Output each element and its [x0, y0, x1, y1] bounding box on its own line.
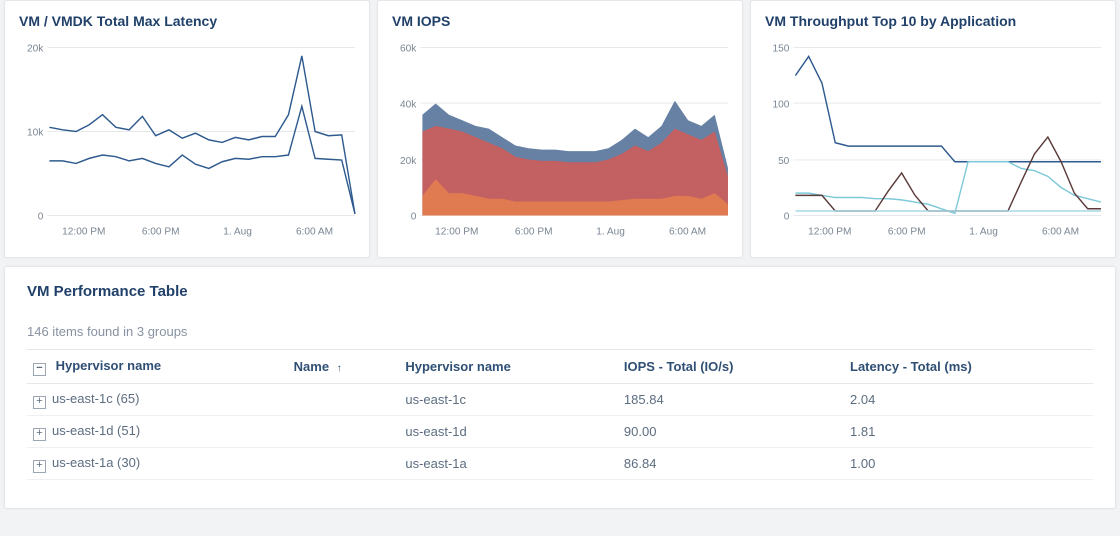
chart-title: VM / VMDK Total Max Latency [5, 1, 369, 37]
table-row[interactable]: + us-east-1d (51) us-east-1d90.001.81 [27, 416, 1093, 448]
svg-text:50: 50 [778, 156, 790, 167]
cell-name [288, 384, 400, 416]
chart-title: VM IOPS [378, 1, 742, 37]
cell-iops: 185.84 [618, 384, 844, 416]
chart-series [422, 101, 728, 216]
chart-body-latency[interactable]: 20k 10k 0 12:00 PM 6:00 PM 1. Aug 6:00 A… [15, 37, 359, 247]
x-axis: 12:00 PM 6:00 PM 1. Aug 6:00 AM [808, 226, 1079, 237]
table-row[interactable]: + us-east-1c (65) us-east-1c185.842.04 [27, 384, 1093, 416]
x-axis: 12:00 PM 6:00 PM 1. Aug 6:00 AM [435, 226, 706, 237]
cell-group[interactable]: + us-east-1d (51) [27, 416, 288, 448]
col-label: Latency - Total (ms) [850, 359, 972, 374]
cell-name [288, 416, 400, 448]
svg-text:20k: 20k [400, 156, 417, 167]
svg-text:40k: 40k [400, 99, 417, 110]
cell-hypervisor: us-east-1d [399, 416, 618, 448]
svg-text:6:00 PM: 6:00 PM [142, 226, 180, 237]
svg-text:12:00 PM: 12:00 PM [808, 226, 851, 237]
cell-group[interactable]: + us-east-1c (65) [27, 384, 288, 416]
col-label: Name [294, 359, 329, 374]
svg-text:6:00 PM: 6:00 PM [515, 226, 553, 237]
sort-asc-icon: ↑ [337, 363, 342, 374]
cell-name [288, 448, 400, 480]
group-label: us-east-1a (30) [52, 455, 140, 470]
charts-row: VM / VMDK Total Max Latency 20k 10k 0 12… [0, 0, 1120, 258]
collapse-all-icon[interactable]: − [33, 363, 46, 376]
cell-iops: 90.00 [618, 416, 844, 448]
svg-text:150: 150 [772, 44, 789, 55]
table-title: VM Performance Table [27, 283, 1093, 300]
svg-text:100: 100 [772, 99, 789, 110]
y-axis: 20k 10k 0 [27, 44, 355, 223]
cell-group[interactable]: + us-east-1a (30) [27, 448, 288, 480]
col-latency[interactable]: Latency - Total (ms) [844, 350, 1093, 384]
cell-hypervisor: us-east-1a [399, 448, 618, 480]
chart-svg: 60k 40k 20k 0 12:00 PM 6:00 PM 1. Aug 6:… [388, 37, 732, 247]
chart-svg: 20k 10k 0 12:00 PM 6:00 PM 1. Aug 6:00 A… [15, 37, 359, 247]
svg-text:12:00 PM: 12:00 PM [435, 226, 478, 237]
cell-iops: 86.84 [618, 448, 844, 480]
chart-svg: 150 100 50 0 12:00 PM 6:00 PM 1. Aug 6:0… [761, 37, 1105, 247]
chart-series [49, 56, 355, 214]
svg-text:20k: 20k [27, 44, 44, 55]
cell-latency: 1.81 [844, 416, 1093, 448]
card-vm-iops: VM IOPS 60k 40k 20k 0 12:00 PM 6:00 PM 1… [377, 0, 743, 258]
table-row[interactable]: + us-east-1a (30) us-east-1a86.841.00 [27, 448, 1093, 480]
card-vm-throughput: VM Throughput Top 10 by Application 150 … [750, 0, 1116, 258]
col-hypervisor[interactable]: Hypervisor name [399, 350, 618, 384]
expand-icon[interactable]: + [33, 460, 46, 473]
svg-text:0: 0 [38, 212, 44, 223]
col-label: Hypervisor name [405, 359, 511, 374]
expand-icon[interactable]: + [33, 396, 46, 409]
col-iops[interactable]: IOPS - Total (IO/s) [618, 350, 844, 384]
chart-series [795, 56, 1101, 213]
group-label: us-east-1c (65) [52, 391, 139, 406]
card-vm-latency: VM / VMDK Total Max Latency 20k 10k 0 12… [4, 0, 370, 258]
table-subtitle: 146 items found in 3 groups [27, 324, 1093, 339]
card-vm-performance-table: VM Performance Table 146 items found in … [4, 266, 1116, 509]
svg-text:1. Aug: 1. Aug [596, 226, 625, 237]
chart-body-iops[interactable]: 60k 40k 20k 0 12:00 PM 6:00 PM 1. Aug 6:… [388, 37, 732, 247]
cell-hypervisor: us-east-1c [399, 384, 618, 416]
performance-table: − Hypervisor name Name ↑ Hypervisor name… [27, 349, 1093, 480]
svg-text:6:00 AM: 6:00 AM [296, 226, 333, 237]
svg-text:0: 0 [784, 212, 790, 223]
svg-text:1. Aug: 1. Aug [969, 226, 998, 237]
table-header-row: − Hypervisor name Name ↑ Hypervisor name… [27, 350, 1093, 384]
col-hypervisor-group[interactable]: − Hypervisor name [27, 350, 288, 384]
svg-text:0: 0 [411, 212, 417, 223]
svg-text:6:00 AM: 6:00 AM [1042, 226, 1079, 237]
col-label: IOPS - Total (IO/s) [624, 359, 734, 374]
svg-text:10k: 10k [27, 128, 44, 139]
group-label: us-east-1d (51) [52, 423, 140, 438]
expand-icon[interactable]: + [33, 428, 46, 441]
x-axis: 12:00 PM 6:00 PM 1. Aug 6:00 AM [62, 226, 333, 237]
svg-text:1. Aug: 1. Aug [223, 226, 252, 237]
svg-text:12:00 PM: 12:00 PM [62, 226, 105, 237]
cell-latency: 1.00 [844, 448, 1093, 480]
svg-text:6:00 AM: 6:00 AM [669, 226, 706, 237]
svg-text:60k: 60k [400, 44, 417, 55]
svg-text:6:00 PM: 6:00 PM [888, 226, 926, 237]
col-name[interactable]: Name ↑ [288, 350, 400, 384]
chart-title: VM Throughput Top 10 by Application [751, 1, 1115, 37]
cell-latency: 2.04 [844, 384, 1093, 416]
chart-body-throughput[interactable]: 150 100 50 0 12:00 PM 6:00 PM 1. Aug 6:0… [761, 37, 1105, 247]
col-label: Hypervisor name [56, 358, 162, 373]
